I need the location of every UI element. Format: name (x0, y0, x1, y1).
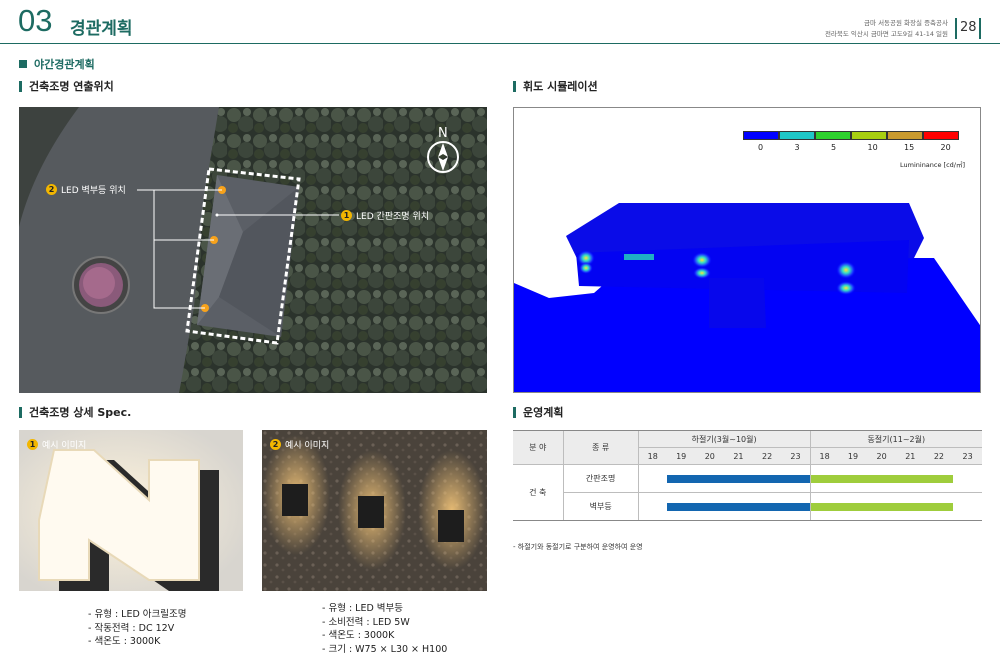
bar-bullet-icon (513, 80, 516, 92)
summer-operation-bar (666, 474, 810, 483)
square-bullet-icon (19, 60, 27, 68)
bar-bullet-icon (19, 80, 22, 92)
photo-caption: 1 예시 이미지 (27, 438, 86, 451)
project-name: 금마 서동공원 화장실 증축공사 (864, 19, 948, 27)
operation-note: - 하절기와 동절기로 구분하여 운영하여 운영 (513, 543, 643, 551)
aerial-illustration: N (19, 107, 487, 393)
hour-header: 20 (695, 447, 725, 465)
subsection-spec: 건축조명 상세 Spec. (19, 404, 131, 420)
winter-operation-bar-cell (809, 492, 954, 521)
luminance-simulation: 0 3 5 10 15 20 Lumininance [cd/㎡] (513, 107, 981, 393)
winter-header: 동절기(11~2월) (809, 430, 982, 448)
spec-item: - 작동전력 : DC 12V (88, 622, 175, 634)
wall-light-illustration (262, 430, 487, 591)
winter-operation-bar (810, 474, 954, 483)
callout-sign-light: 1 LED 간판조명 위치 (341, 209, 429, 222)
spec-item: - 크기 : W75 × L30 × H100 (322, 643, 448, 655)
page-number: 28 (960, 20, 977, 35)
bar-bullet-icon (19, 406, 22, 418)
spec-list-wall-light: - 유형 : LED 벽부등 - 소비전력 : LED 5W - 색온도 : 3… (322, 602, 447, 656)
spec-item: - 유형 : LED 벽부등 (322, 603, 404, 614)
summer-operation-bar-cell (666, 492, 811, 521)
spec-item: - 소비전력 : LED 5W (322, 616, 410, 628)
number-badge: 1 (27, 439, 38, 450)
section-title: 야간경관계획 (34, 58, 95, 71)
subsection-title: 운영계획 (523, 406, 564, 419)
subsection-title: 건축조명 상세 Spec. (29, 406, 132, 419)
hour-header: 20 (867, 447, 896, 465)
col-field-header: 분 야 (513, 430, 564, 465)
hour-header: 19 (838, 447, 868, 465)
summer-operation-bar (666, 502, 810, 511)
hour-header: 23 (953, 447, 982, 465)
bar-bullet-icon (513, 406, 516, 418)
spec-item: - 색온도 : 3000K (322, 630, 395, 641)
hour-header: 21 (724, 447, 753, 465)
operation-schedule-table: 분 야 종 류 하절기(3월~10월) 동절기(11~2월) 18 19 20 … (513, 430, 982, 521)
hour-header: 23 (781, 447, 811, 465)
example-photo-wall-light: 2 예시 이미지 (262, 430, 487, 591)
chapter-title: 경관계획 (70, 19, 133, 39)
row-type-label: 벽부등 (562, 492, 639, 521)
photo-caption: 2 예시 이미지 (270, 438, 329, 451)
spec-item: - 색온도 : 3000K (88, 636, 161, 647)
hour-header: 18 (637, 447, 667, 465)
subsection-lighting-location: 건축조명 연출위치 (19, 78, 114, 94)
acrylic-letter-illustration (19, 430, 243, 591)
example-photo-acrylic-sign: 1 예시 이미지 (19, 430, 243, 591)
photo-caption-text: 예시 이미지 (42, 441, 87, 451)
subsection-luminance: 휘도 시뮬레이션 (513, 78, 598, 94)
header-rule (0, 43, 1000, 44)
hour-header: 21 (895, 447, 925, 465)
summer-operation-bar-cell (666, 464, 811, 493)
hour-header: 22 (924, 447, 954, 465)
hour-header: 18 (809, 447, 839, 465)
callout-label: LED 벽부등 위치 (61, 186, 126, 196)
project-info: 금마 서동공원 화장실 증축공사 전라북도 익산시 금마면 고도9길 41-14… (825, 18, 948, 40)
row-field-label: 건 축 (513, 464, 564, 521)
col-type-header: 종 류 (562, 430, 639, 465)
aerial-photo: N 2 LED 벽부등 위치 1 LED 간판조명 위치 (19, 107, 487, 393)
spec-item: - 유형 : LED 아크릴조명 (88, 609, 187, 620)
subsection-title: 휘도 시뮬레이션 (523, 80, 598, 93)
project-address: 전라북도 익산시 금마면 고도9길 41-14 일원 (824, 30, 948, 38)
hour-header: 22 (752, 447, 782, 465)
section-heading: 야간경관계획 (19, 56, 95, 72)
number-badge: 2 (270, 439, 281, 450)
chapter-number: 03 (18, 3, 53, 38)
winter-operation-bar (810, 502, 954, 511)
spec-list-acrylic: - 유형 : LED 아크릴조명 - 작동전력 : DC 12V - 색온도 :… (88, 608, 187, 649)
page-divider (955, 18, 957, 39)
subsection-operation: 운영계획 (513, 404, 563, 420)
subsection-title: 건축조명 연출위치 (29, 80, 114, 93)
winter-operation-bar-cell (809, 464, 954, 493)
number-badge: 2 (46, 184, 57, 195)
hour-header: 19 (666, 447, 696, 465)
page-divider (979, 18, 981, 39)
callout-wall-light: 2 LED 벽부등 위치 (46, 183, 126, 196)
compass-north-letter: N (438, 126, 448, 141)
number-badge: 1 (341, 210, 352, 221)
simulation-render (514, 203, 980, 392)
callout-label: LED 간판조명 위치 (356, 212, 430, 222)
summer-header: 하절기(3월~10월) (637, 430, 811, 448)
row-type-label: 간판조명 (562, 464, 639, 493)
photo-caption-text: 예시 이미지 (285, 441, 330, 451)
